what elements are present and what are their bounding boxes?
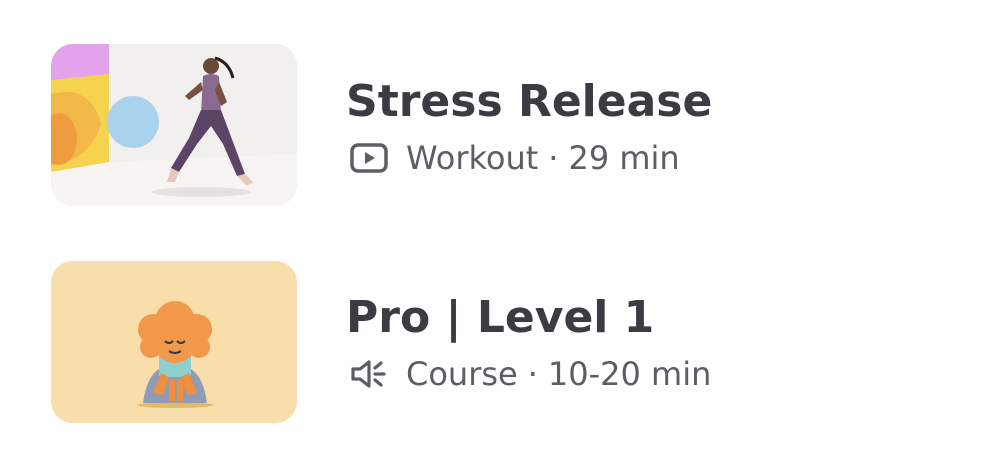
workout-thumbnail[interactable]: [51, 44, 297, 206]
item-meta: Course · 10-20 min: [350, 355, 712, 393]
audio-speaker-icon: [350, 359, 388, 389]
content-list: Stress Release Workout · 29 min Pro | Le…: [0, 0, 987, 465]
item-type: Workout: [406, 139, 539, 177]
meta-separator: ·: [527, 355, 538, 393]
item-title: Stress Release: [346, 76, 713, 127]
video-play-icon: [350, 143, 388, 173]
list-item-pro-level-1[interactable]: Pro | Level 1 Course · 10-20 min: [0, 216, 987, 423]
item-type: Course: [406, 355, 518, 393]
item-duration: 29 min: [568, 139, 680, 177]
item-meta: Workout · 29 min: [350, 139, 680, 177]
item-title: Pro | Level 1: [346, 292, 655, 343]
list-item-stress-release[interactable]: Stress Release Workout · 29 min: [0, 0, 987, 206]
meditation-character-image: [51, 261, 297, 423]
item-duration: 10-20 min: [547, 355, 712, 393]
meta-separator: ·: [548, 139, 559, 177]
workout-image: [51, 44, 297, 206]
meditation-character-thumbnail[interactable]: [51, 261, 297, 423]
